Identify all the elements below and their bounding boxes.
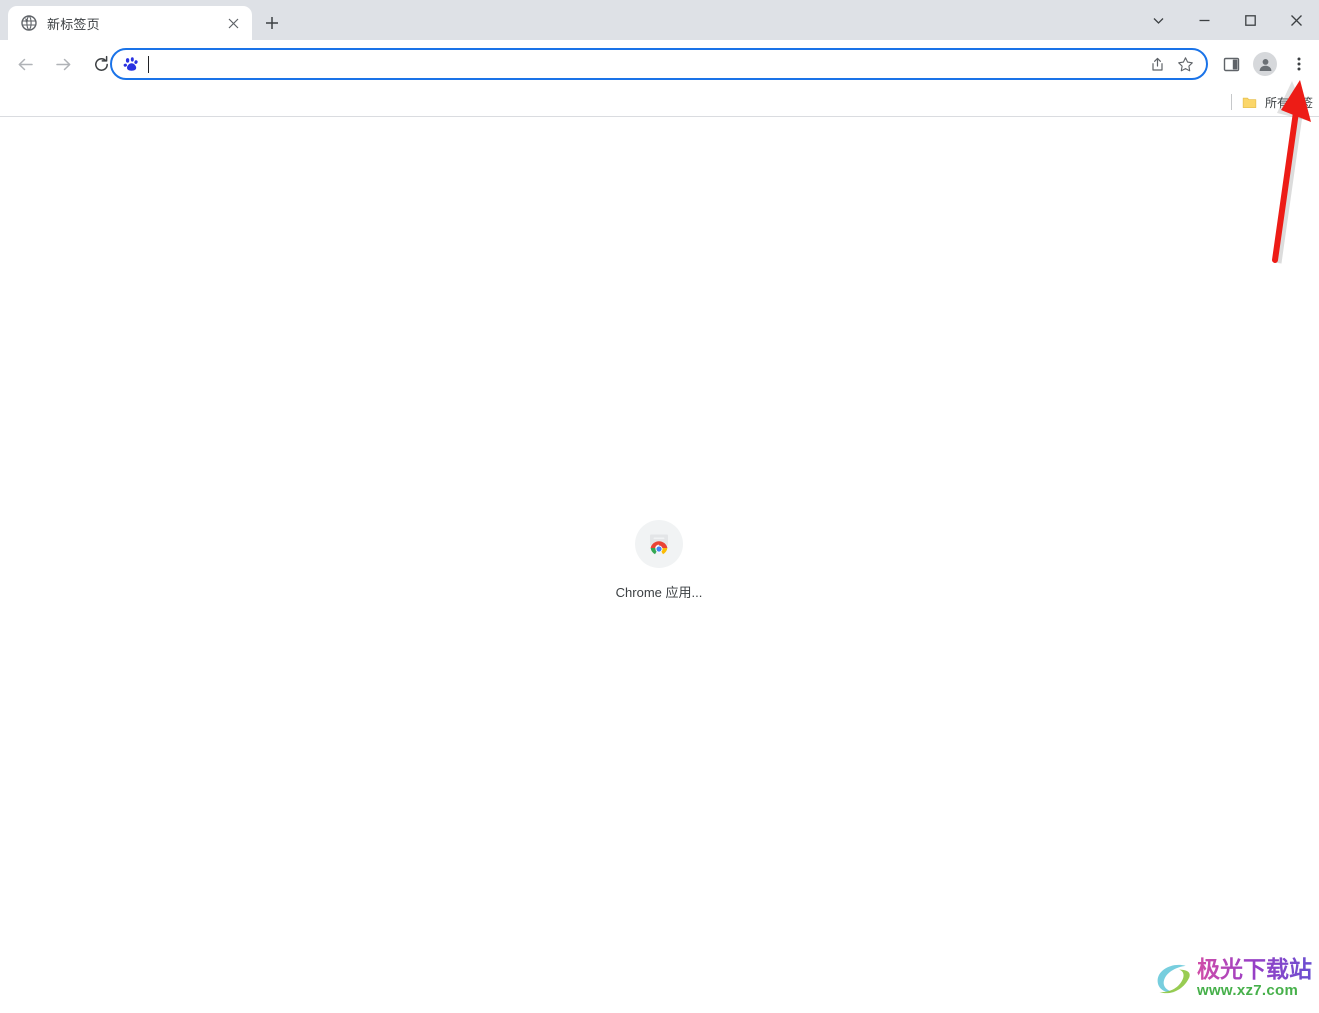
chrome-apps-label: Chrome 应用... [615,585,703,600]
all-bookmarks-label: 所有书签 [1264,95,1313,110]
maximize-icon[interactable] [1227,0,1273,40]
address-bar-input[interactable] [148,50,1142,78]
chrome-menu-button[interactable] [1284,49,1314,79]
tab-strip: 新标签页 [0,0,1319,40]
chrome-apps-shortcut[interactable]: Chrome 应用... [611,520,707,601]
share-icon[interactable] [1144,51,1170,77]
back-icon[interactable] [11,50,39,78]
minimize-icon[interactable] [1181,0,1227,40]
all-bookmarks-button[interactable]: 所有书签 [1230,88,1317,116]
bookmark-star-icon[interactable] [1172,51,1198,77]
bookmark-bar: 所有书签 [0,88,1319,117]
watermark-url: www.xz7.com [1197,982,1299,999]
watermark-title: 极光下载站 [1197,956,1312,982]
tab-title: 新标签页 [47,16,100,32]
chrome-apps-icon [635,520,683,568]
chevron-down-icon[interactable] [1135,0,1181,40]
site-watermark: 极光下载站 www.xz7.com [1152,952,1312,1004]
watermark-text: 极光下载站 www.xz7.com [1197,956,1312,1000]
new-tab-button[interactable] [258,9,286,37]
toolbar-right-actions [1214,48,1316,80]
text-caret [148,55,149,73]
baidu-paw-icon [122,55,140,73]
forward-icon[interactable] [49,50,77,78]
side-panel-icon[interactable] [1216,49,1246,79]
new-tab-page-content: Chrome 应用... [0,117,1319,1013]
profile-avatar-circle [1253,52,1277,76]
browser-window: 新标签页 所有书签 Chrome 应用... 极光下载站 www.xz7.com [0,0,1319,1013]
tab-new-tab-page[interactable]: 新标签页 [8,6,252,40]
globe-icon [20,15,37,32]
watermark-logo-icon [1157,964,1190,994]
window-caption-buttons [1135,0,1319,40]
close-window-icon[interactable] [1273,0,1319,40]
folder-icon [1242,94,1258,110]
avatar[interactable] [1250,49,1280,79]
address-bar[interactable] [110,48,1208,80]
bookmark-separator [1230,94,1232,110]
close-icon[interactable] [222,12,244,34]
